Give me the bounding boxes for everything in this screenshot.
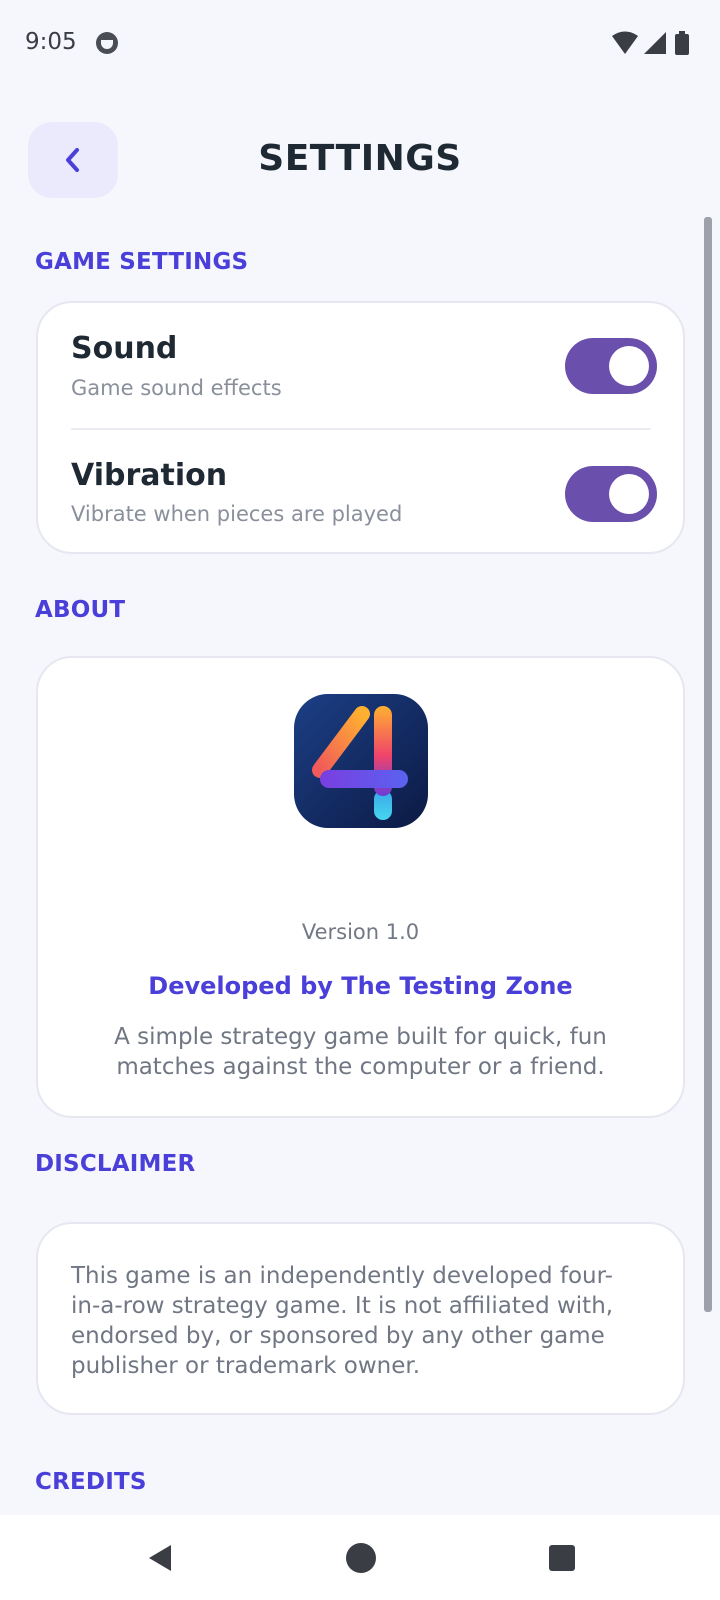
app-logo-four-icon xyxy=(294,694,428,828)
section-label-about: ABOUT xyxy=(35,597,126,623)
toggle-knob xyxy=(609,346,649,386)
setting-row-sound[interactable]: Sound Game sound effects xyxy=(38,303,683,429)
game-settings-card: Sound Game sound effects Vibration Vibra… xyxy=(36,301,685,554)
section-label-disclaimer: DISCLAIMER xyxy=(35,1151,196,1177)
nav-home-icon xyxy=(346,1542,376,1573)
disclaimer-card: This game is an independently developed … xyxy=(36,1222,685,1415)
nav-recents-button[interactable] xyxy=(522,1515,602,1600)
nav-recents-icon xyxy=(549,1544,575,1571)
disclaimer-text: This game is an independently developed … xyxy=(71,1263,614,1379)
setting-subtitle: Game sound effects xyxy=(71,376,282,400)
navigation-bar xyxy=(0,1515,720,1600)
setting-title: Sound xyxy=(71,331,178,366)
developer-credit: Developed by The Testing Zone xyxy=(148,972,573,1000)
status-bar: 9:05 xyxy=(0,0,720,88)
scrollbar[interactable] xyxy=(704,217,712,1312)
setting-subtitle: Vibrate when pieces are played xyxy=(71,502,403,526)
vibration-toggle[interactable] xyxy=(565,466,657,522)
setting-title: Vibration xyxy=(71,458,228,493)
nav-back-button[interactable] xyxy=(120,1515,200,1600)
page-title: SETTINGS xyxy=(258,138,462,179)
status-icons xyxy=(610,30,694,56)
nav-home-button[interactable] xyxy=(321,1515,401,1600)
app-version: Version 1.0 xyxy=(301,920,420,944)
section-label-game-settings: GAME SETTINGS xyxy=(35,249,249,275)
setting-row-vibration[interactable]: Vibration Vibrate when pieces are played xyxy=(38,430,683,556)
sound-toggle[interactable] xyxy=(565,338,657,394)
section-label-credits: CREDITS xyxy=(35,1469,147,1495)
app-notification-icon xyxy=(96,32,118,54)
toggle-knob xyxy=(609,474,649,514)
about-card: Version 1.0 Developed by The Testing Zon… xyxy=(36,656,685,1118)
battery-icon xyxy=(675,31,689,55)
wifi-icon xyxy=(612,31,638,54)
app-description: A simple strategy game built for quick, … xyxy=(114,1024,607,1080)
status-time: 9:05 xyxy=(25,29,77,55)
signal-icon xyxy=(644,32,666,54)
nav-back-icon xyxy=(149,1544,171,1571)
